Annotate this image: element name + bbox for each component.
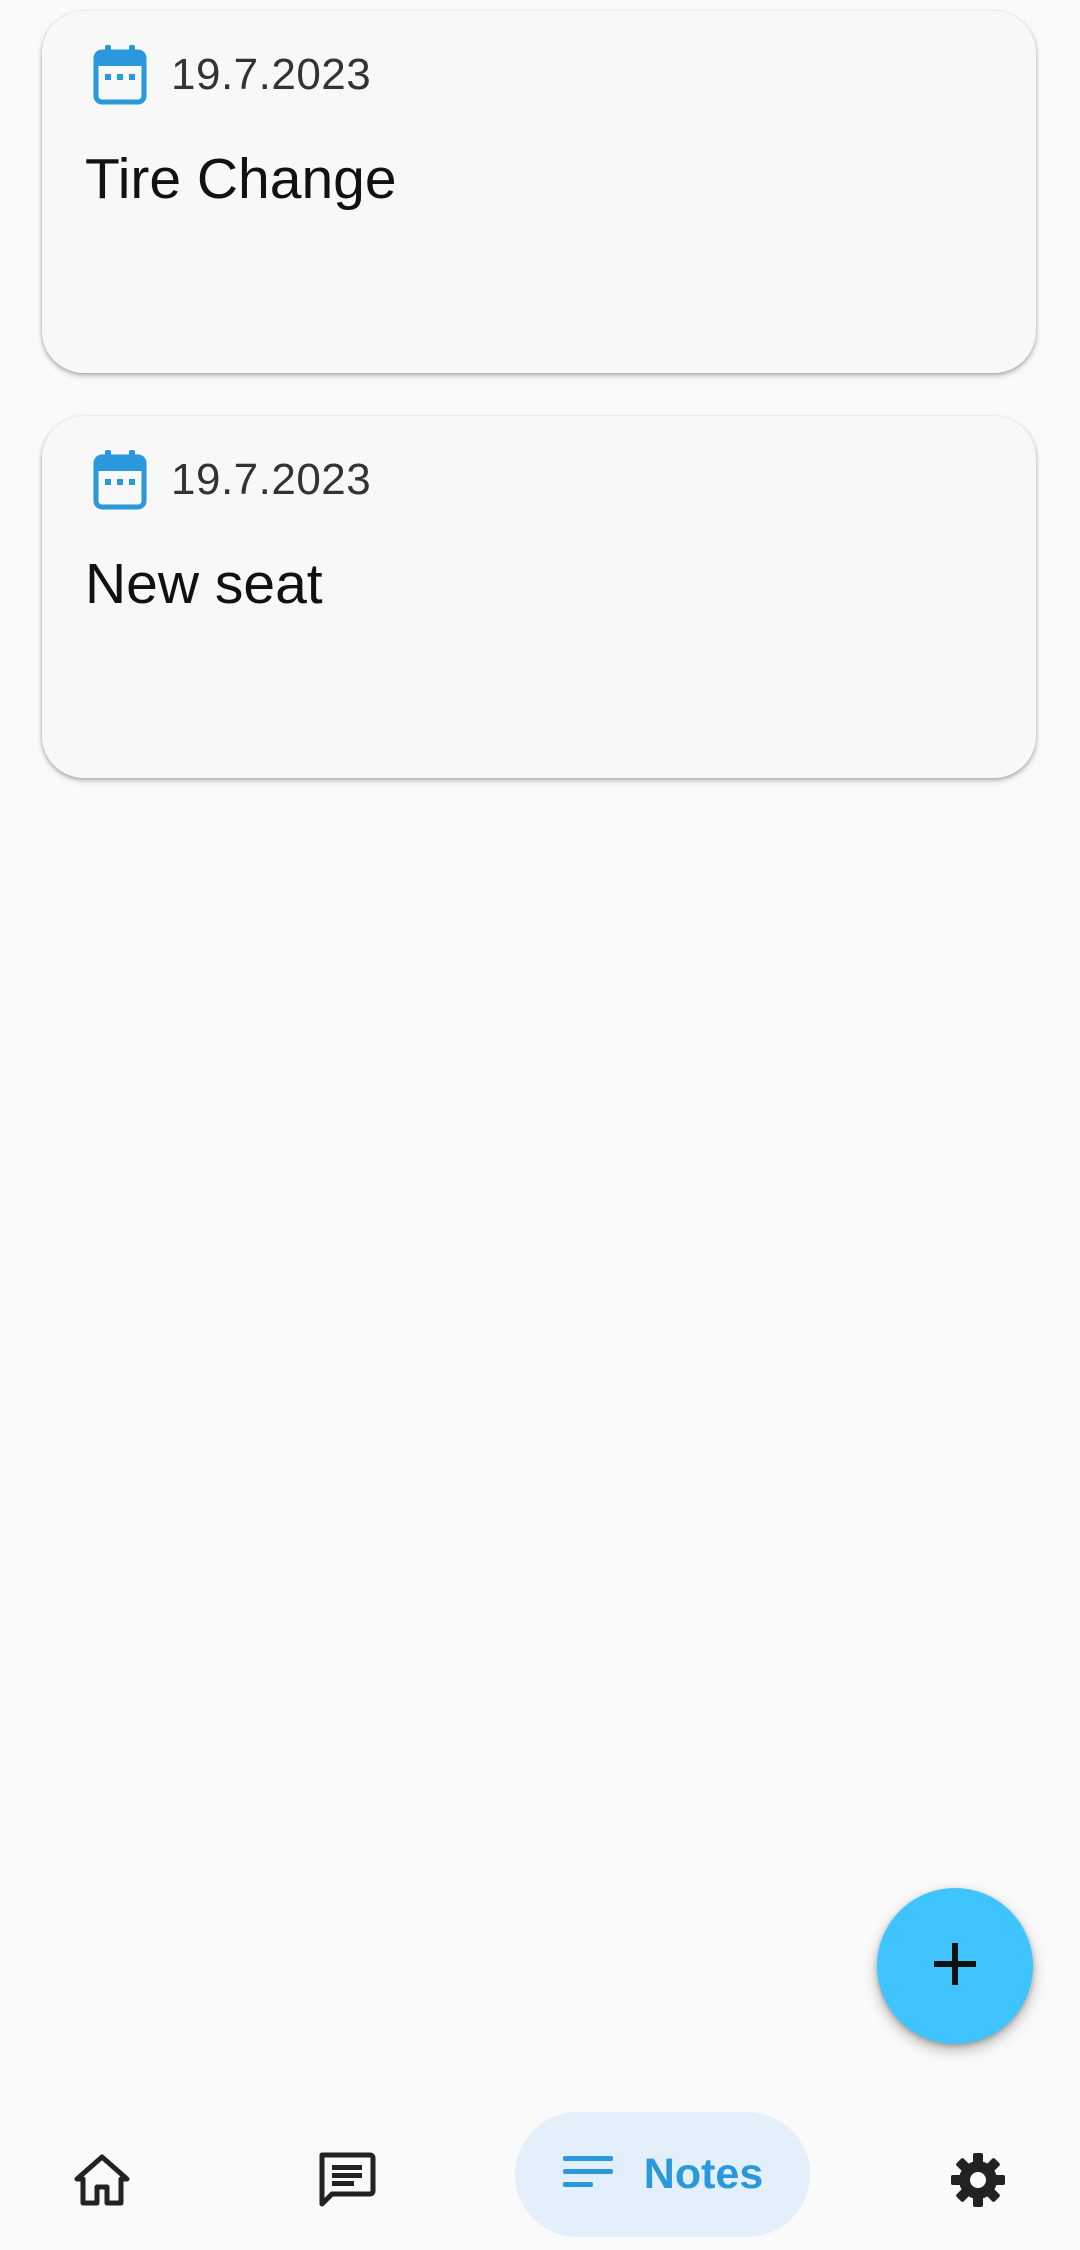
note-card[interactable]: 19.7.2023 New seat [42,416,1036,778]
home-icon [72,2152,132,2213]
plus-icon [930,1939,980,1994]
note-date: 19.7.2023 [171,455,372,504]
notes-icon [562,2152,614,2197]
nav-item-home[interactable] [50,2140,154,2224]
nav-item-notes[interactable]: Notes [515,2112,810,2237]
note-card[interactable]: 19.7.2023 Tire Change [42,11,1036,373]
chat-icon [316,2151,376,2214]
note-title: Tire Change [85,147,397,211]
gear-icon [948,2150,1008,2215]
note-date: 19.7.2023 [171,50,372,99]
bottom-navigation: Notes [0,2095,1080,2250]
calendar-icon [91,449,149,511]
note-title: New seat [85,552,323,616]
nav-item-messages[interactable] [294,2140,398,2224]
note-date-row: 19.7.2023 [91,41,371,109]
calendar-icon [91,44,149,106]
note-date-row: 19.7.2023 [91,446,371,514]
add-note-button[interactable] [877,1888,1033,2044]
nav-notes-label: Notes [643,2150,764,2198]
nav-item-settings[interactable] [926,2140,1030,2224]
